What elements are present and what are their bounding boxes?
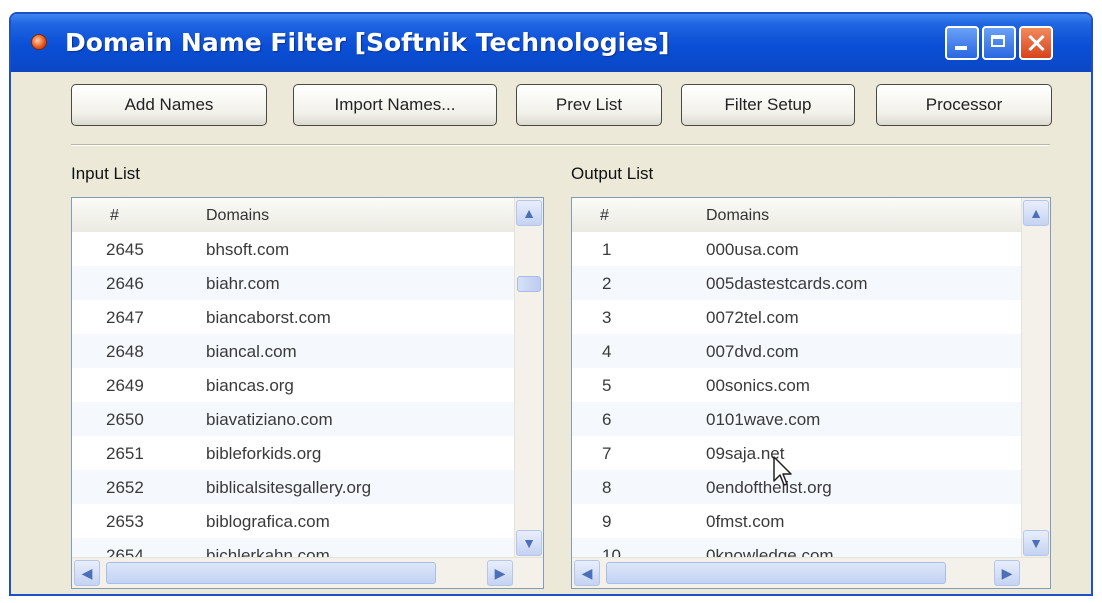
- output-horizontal-scrollbar[interactable]: ◀ ▶: [572, 557, 1050, 588]
- row-number: 5: [602, 376, 612, 395]
- scroll-right-icon[interactable]: ▶: [994, 560, 1020, 586]
- row-number: 2649: [106, 376, 144, 395]
- output-list-rows: 1 000usa.com 2 005dastestcards.com 3 0072tel.…: [572, 232, 1022, 572]
- mouse-cursor-icon: [773, 456, 792, 486]
- input-list[interactable]: # Domains 2645 bhsoft.com 2646 biahr.com 264…: [71, 197, 544, 589]
- window-title: Domain Name Filter [Softnik Technologies…: [65, 28, 670, 57]
- row-number: 9: [602, 512, 612, 531]
- input-list-label: Input List: [71, 164, 140, 183]
- list-item[interactable]: 2652 biblicalsitesgallery.org: [72, 470, 515, 504]
- input-list-rows: 2645 bhsoft.com 2646 biahr.com 2647 biancabor…: [72, 232, 515, 572]
- row-number: 1: [602, 240, 612, 259]
- minimize-button[interactable]: [945, 26, 979, 60]
- row-domain: biancas.org: [206, 376, 294, 395]
- row-domain: biancaborst.com: [206, 308, 331, 327]
- row-domain: biavatiziano.com: [206, 410, 333, 429]
- scroll-left-icon[interactable]: ◀: [74, 560, 100, 586]
- output-list[interactable]: # Domains 1 000usa.com 2 005dastestcards.co…: [571, 197, 1051, 589]
- row-domain: 0endofthelist.org: [706, 478, 832, 497]
- prev-list-button[interactable]: Prev List: [516, 84, 662, 126]
- row-number: 4: [602, 342, 612, 361]
- list-item[interactable]: 2648 biancal.com: [72, 334, 515, 368]
- row-domain: biblicalsitesgallery.org: [206, 478, 372, 497]
- close-button[interactable]: [1019, 26, 1053, 60]
- row-number: 2: [602, 274, 612, 293]
- row-number: 2653: [106, 512, 144, 531]
- row-domain: biblografica.com: [206, 512, 330, 531]
- row-domain: 0101wave.com: [706, 410, 821, 429]
- row-number: 2647: [106, 308, 144, 327]
- list-item[interactable]: 5 00sonics.com: [572, 368, 1022, 402]
- row-number: 2648: [106, 342, 144, 361]
- toolbar-divider: [71, 144, 1050, 146]
- output-list-header: # Domains: [572, 198, 1022, 234]
- input-list-header: # Domains: [72, 198, 515, 234]
- row-number: 2646: [106, 274, 144, 293]
- scroll-up-icon[interactable]: ▲: [1023, 200, 1049, 226]
- list-item[interactable]: 8 0endofthelist.org: [572, 470, 1022, 504]
- app-window: Domain Name Filter [Softnik Technologies…: [9, 12, 1093, 596]
- row-number: 2651: [106, 444, 144, 463]
- row-domain: 0072tel.com: [706, 308, 799, 327]
- output-vertical-scrollbar[interactable]: ▲ ▼: [1021, 198, 1050, 558]
- column-header-number[interactable]: #: [600, 207, 609, 225]
- list-item[interactable]: 2649 biancas.org: [72, 368, 515, 402]
- row-domain: 00sonics.com: [706, 376, 810, 395]
- scroll-up-icon[interactable]: ▲: [516, 200, 542, 226]
- row-domain: bibleforkids.org: [206, 444, 322, 463]
- add-names-button[interactable]: Add Names: [71, 84, 267, 126]
- list-item[interactable]: 2651 bibleforkids.org: [72, 436, 515, 470]
- scroll-down-icon[interactable]: ▼: [1023, 530, 1049, 556]
- list-item[interactable]: 2 005dastestcards.com: [572, 266, 1022, 300]
- import-names-button[interactable]: Import Names...: [293, 84, 497, 126]
- list-item[interactable]: 6 0101wave.com: [572, 402, 1022, 436]
- processor-button[interactable]: Processor: [876, 84, 1052, 126]
- row-domain: 007dvd.com: [706, 342, 799, 361]
- title-bar[interactable]: Domain Name Filter [Softnik Technologies…: [11, 14, 1091, 72]
- maximize-button[interactable]: [982, 26, 1016, 60]
- column-header-domains[interactable]: Domains: [706, 207, 769, 225]
- list-item[interactable]: 2647 biancaborst.com: [72, 300, 515, 334]
- row-domain: 0fmst.com: [706, 512, 785, 531]
- scroll-down-icon[interactable]: ▼: [516, 530, 542, 556]
- app-icon[interactable]: [31, 34, 47, 50]
- row-domain: 005dastestcards.com: [706, 274, 868, 293]
- scroll-left-icon[interactable]: ◀: [574, 560, 600, 586]
- list-item[interactable]: 2653 biblografica.com: [72, 504, 515, 538]
- row-domain: biahr.com: [206, 274, 280, 293]
- list-item[interactable]: 3 0072tel.com: [572, 300, 1022, 334]
- row-number: 2645: [106, 240, 144, 259]
- row-domain: bhsoft.com: [206, 240, 290, 259]
- list-item[interactable]: 4 007dvd.com: [572, 334, 1022, 368]
- row-number: 2650: [106, 410, 144, 429]
- column-header-number[interactable]: #: [110, 207, 119, 225]
- input-horizontal-scroll-thumb[interactable]: [106, 562, 436, 584]
- row-domain: 000usa.com: [706, 240, 799, 259]
- output-horizontal-scroll-thumb[interactable]: [606, 562, 946, 584]
- list-item[interactable]: 1 000usa.com: [572, 232, 1022, 266]
- list-item[interactable]: 2650 biavatiziano.com: [72, 402, 515, 436]
- list-item[interactable]: 2646 biahr.com: [72, 266, 515, 300]
- row-number: 3: [602, 308, 612, 327]
- row-domain: biancal.com: [206, 342, 297, 361]
- row-number: 8: [602, 478, 612, 497]
- list-item[interactable]: 9 0fmst.com: [572, 504, 1022, 538]
- output-list-label: Output List: [571, 164, 654, 183]
- list-item[interactable]: 7 09saja.net: [572, 436, 1022, 470]
- row-number: 7: [602, 444, 612, 463]
- scroll-right-icon[interactable]: ▶: [487, 560, 513, 586]
- column-header-domains[interactable]: Domains: [206, 207, 269, 225]
- input-vertical-scroll-thumb[interactable]: [517, 276, 541, 292]
- row-number: 6: [602, 410, 612, 429]
- input-vertical-scrollbar[interactable]: ▲ ▼: [514, 198, 543, 558]
- row-number: 2652: [106, 478, 144, 497]
- list-item[interactable]: 2645 bhsoft.com: [72, 232, 515, 266]
- filter-setup-button[interactable]: Filter Setup: [681, 84, 855, 126]
- input-horizontal-scrollbar[interactable]: ◀ ▶: [72, 557, 543, 588]
